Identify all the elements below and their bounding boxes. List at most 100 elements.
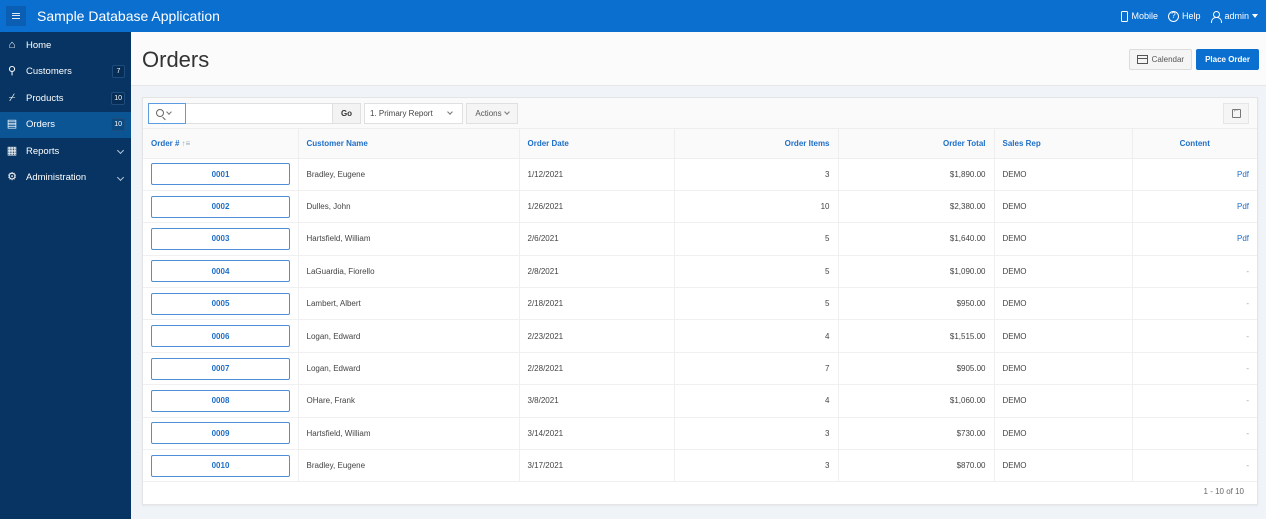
order-number-button[interactable]: 0007 <box>151 357 290 380</box>
order-number-cell: 0005 <box>143 287 299 321</box>
sidebar-item-administration[interactable]: ⚙ Administration <box>0 165 131 192</box>
table-row: 0009 Hartsfield, William 3/14/2021 3 $730.00… <box>143 417 1257 451</box>
order-total-cell: $730.00 <box>838 417 995 451</box>
app-title[interactable]: Sample Database Application <box>37 8 220 24</box>
toggle-panel-button[interactable] <box>1223 103 1249 124</box>
order-date-cell: 2/8/2021 <box>519 255 675 289</box>
help-icon: ? <box>1167 10 1179 22</box>
table-row: 0001 Bradley, Eugene 1/12/2021 3 $1,890.00 DE… <box>143 158 1257 191</box>
chevron-down-icon <box>503 109 510 115</box>
chevron-down-icon[interactable] <box>116 146 125 155</box>
sidebar-item-label: Customers <box>26 66 72 78</box>
user-menu[interactable]: admin <box>1210 10 1258 23</box>
pagination-info: 1 - 10 of 10 <box>1203 487 1244 496</box>
table-icon: ▦ <box>6 144 18 157</box>
order-number-button[interactable]: 0008 <box>151 389 290 412</box>
sidebar-item-home[interactable]: ⌂ Home <box>0 32 131 59</box>
place-order-button[interactable]: Place Order <box>1196 49 1259 70</box>
sidebar-item-label: Administration <box>26 172 87 184</box>
customer-name-cell: Bradley, Eugene <box>298 158 520 191</box>
search-icon <box>156 109 164 117</box>
order-total-cell: $2,380.00 <box>838 190 995 224</box>
actions-label: Actions <box>475 108 502 118</box>
column-header-customer-name[interactable]: Customer Name <box>298 129 520 159</box>
order-number-button[interactable]: 0009 <box>151 422 290 445</box>
orders-table: Order # ↑≡ Customer Name Order Date Order… <box>143 129 1257 483</box>
help-link[interactable]: ? Help <box>1167 10 1200 22</box>
user-label: admin <box>1224 11 1249 21</box>
order-items-cell: 3 <box>674 417 839 451</box>
search-input[interactable] <box>186 102 333 124</box>
order-date-cell: 3/8/2021 <box>519 384 675 418</box>
sales-rep-cell: DEMO <box>994 384 1133 418</box>
calendar-icon <box>1136 55 1148 64</box>
table-row: 0004 LaGuardia, Fiorello 2/8/2021 5 $1,090.0… <box>143 255 1257 289</box>
table-row: 0007 Logan, Edward 2/28/2021 7 $905.00 DEMO - <box>143 352 1257 386</box>
user-icon <box>1210 10 1223 23</box>
sidebar-item-orders[interactable]: ▤ Orders 10 <box>0 111 131 138</box>
column-header-order-total[interactable]: Order Total <box>838 129 995 159</box>
go-button[interactable]: Go <box>333 102 361 124</box>
calendar-button[interactable]: Calendar <box>1128 49 1193 70</box>
column-header-order-date[interactable]: Order Date <box>519 129 675 159</box>
empty-content: - <box>1246 428 1249 438</box>
report-select-value: 1. Primary Report <box>370 108 433 118</box>
table-row: 0010 Bradley, Eugene 3/17/2021 3 $870.00 DEMO… <box>143 449 1257 483</box>
table-row: 0002 Dulles, John 1/26/2021 10 $2,380.00 DEMO… <box>143 190 1257 224</box>
sales-rep-cell: DEMO <box>994 319 1133 353</box>
order-number-cell: 0007 <box>143 352 299 386</box>
order-items-cell: 3 <box>674 158 839 191</box>
sidebar-item-label: Home <box>26 39 52 51</box>
customer-name-cell: LaGuardia, Fiorello <box>298 255 520 289</box>
sidebar-item-label: Orders <box>26 119 56 131</box>
report-select[interactable]: 1. Primary Report <box>364 102 463 124</box>
search-column-selector[interactable] <box>148 102 186 124</box>
hamburger-icon <box>12 13 20 19</box>
empty-content: - <box>1246 299 1249 309</box>
menu-toggle-button[interactable] <box>6 6 26 26</box>
content-cell: - <box>1132 287 1257 321</box>
pdf-download-link[interactable]: Pdf <box>1237 202 1249 211</box>
order-date-cell: 2/6/2021 <box>519 222 675 256</box>
order-total-cell: $1,090.00 <box>838 255 995 289</box>
sidebar-item-reports[interactable]: ▦ Reports <box>0 138 131 165</box>
order-date-cell: 2/18/2021 <box>519 287 675 321</box>
empty-content: - <box>1246 266 1249 276</box>
content-cell: Pdf <box>1132 190 1257 224</box>
sidebar-item-customers[interactable]: ⚲ Customers 7 <box>0 59 131 86</box>
order-number-button[interactable]: 0004 <box>151 260 290 283</box>
order-total-cell: $1,640.00 <box>838 222 995 256</box>
pdf-download-link[interactable]: Pdf <box>1237 170 1249 179</box>
mobile-label: Mobile <box>1131 11 1158 21</box>
column-header-order-items[interactable]: Order Items <box>674 129 839 159</box>
order-total-cell: $905.00 <box>838 352 995 386</box>
content-cell: - <box>1132 352 1257 386</box>
order-number-button[interactable]: 0006 <box>151 325 290 348</box>
sidebar-item-products[interactable]: ⌿ Products 10 <box>0 85 131 112</box>
table-row: 0005 Lambert, Albert 2/18/2021 5 $950.00 DEMO… <box>143 287 1257 321</box>
order-number-cell: 0003 <box>143 222 299 256</box>
actions-menu-button[interactable]: Actions <box>466 102 518 124</box>
sidebar: ⌂ Home ⚲ Customers 7 ⌿ Products 10 ▤ Ord… <box>0 32 131 519</box>
sidebar-item-label: Reports <box>26 145 60 157</box>
chevron-down-icon[interactable] <box>116 173 125 181</box>
mobile-link[interactable]: Mobile <box>1121 10 1158 22</box>
column-header-content[interactable]: Content <box>1132 129 1257 159</box>
order-date-cell: 2/28/2021 <box>519 352 675 386</box>
order-items-cell: 10 <box>674 190 839 224</box>
order-number-button[interactable]: 0010 <box>151 454 290 477</box>
order-number-cell: 0002 <box>143 190 299 224</box>
order-date-cell: 2/23/2021 <box>519 319 675 353</box>
column-header-sales-rep[interactable]: Sales Rep <box>994 129 1133 159</box>
order-number-button[interactable]: 0005 <box>151 292 290 315</box>
order-total-cell: $870.00 <box>838 449 995 483</box>
pdf-download-link[interactable]: Pdf <box>1237 234 1249 243</box>
customer-name-cell: Logan, Edward <box>298 352 520 386</box>
order-number-button[interactable]: 0003 <box>151 227 290 250</box>
order-number-button[interactable]: 0001 <box>151 163 290 186</box>
sidebar-item-label: Products <box>26 92 64 104</box>
order-number-button[interactable]: 0002 <box>151 195 290 218</box>
order-total-cell: $1,890.00 <box>838 158 995 191</box>
column-header-order-number[interactable]: Order # ↑≡ <box>143 129 299 159</box>
count-badge: 7 <box>112 65 125 79</box>
